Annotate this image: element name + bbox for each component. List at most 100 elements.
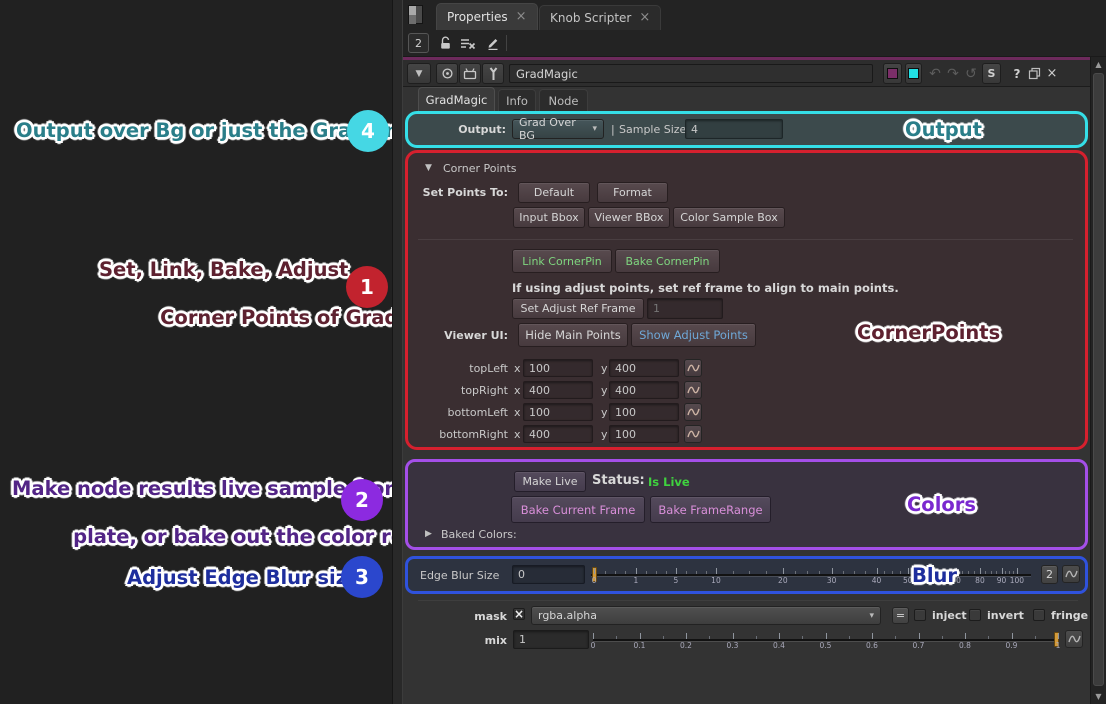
hide-main-points-button[interactable]: Hide Main Points — [518, 323, 628, 347]
scroll-down-icon[interactable]: ▼ — [1091, 689, 1106, 704]
help-button[interactable]: ? — [1009, 63, 1025, 84]
slider-minor-tick — [756, 636, 757, 639]
make-live-button[interactable]: Make Live — [514, 471, 586, 492]
close-panel-icon[interactable]: × — [1044, 63, 1060, 84]
annotation-blur-tag: Blur — [912, 564, 957, 588]
mask-label: mask — [403, 610, 507, 623]
slider-tick — [686, 633, 687, 639]
slider-tick-label: 0.8 — [959, 641, 971, 650]
point-y-field[interactable]: 400 — [609, 359, 679, 377]
script-button[interactable]: S — [982, 63, 1001, 84]
tab-node[interactable]: Node — [539, 89, 588, 111]
point-y-field[interactable]: 100 — [609, 403, 679, 421]
slider-tick — [640, 633, 641, 639]
tab-gradmagic[interactable]: GradMagic — [418, 87, 495, 111]
pane-tabbar: Properties × Knob Scripter × — [403, 0, 1106, 30]
animation-curve-icon[interactable] — [684, 403, 702, 421]
node-name-field[interactable]: GradMagic — [509, 64, 873, 83]
max-panels-field[interactable]: 2 — [408, 33, 429, 53]
fringe-checkbox[interactable] — [1033, 609, 1045, 621]
mask-channel-dropdown[interactable]: rgba.alpha ▾ — [531, 606, 881, 625]
slider-tick — [1012, 633, 1013, 639]
point-x-field[interactable]: 400 — [523, 381, 593, 399]
corner-points-section: ▼ Corner Points Set Points To: Default F… — [405, 150, 1088, 450]
animation-curve-icon[interactable] — [684, 425, 702, 443]
pane-menu-icon[interactable] — [408, 5, 423, 24]
x-label: x — [514, 406, 521, 419]
color-swatch — [908, 68, 919, 79]
panel-color-swatch[interactable] — [905, 63, 922, 84]
chevron-down-icon: ▾ — [861, 611, 874, 621]
set-adjust-ref-frame-button[interactable]: Set Adjust Ref Frame — [512, 298, 644, 319]
mask-equals-button[interactable]: = — [892, 607, 909, 624]
point-y-field[interactable]: 100 — [609, 425, 679, 443]
wrench-icon[interactable] — [482, 63, 504, 84]
edit-pencil-icon[interactable] — [483, 34, 503, 52]
color-sample-box-button[interactable]: Color Sample Box — [673, 207, 785, 228]
collapse-triangle-icon[interactable]: ▼ — [425, 163, 432, 173]
sample-size-field[interactable]: 4 — [685, 119, 783, 139]
group-label[interactable]: Corner Points — [443, 162, 517, 175]
mix-field[interactable]: 1 — [513, 630, 589, 649]
point-y-field[interactable]: 400 — [609, 381, 679, 399]
undo-icon[interactable]: ↶ — [926, 63, 944, 84]
node-color-swatch[interactable] — [883, 63, 902, 84]
point-x-field[interactable]: 400 — [523, 425, 593, 443]
output-section: Output: Grad Over BG ▾ | Sample Size 4 — [405, 111, 1088, 148]
scroll-up-icon[interactable]: ▲ — [1091, 57, 1106, 72]
slider-tick-label: 1 — [633, 576, 638, 585]
mask-channel-checkbox[interactable]: × — [513, 608, 525, 620]
point-x-field[interactable]: 100 — [523, 359, 593, 377]
input-bbox-button[interactable]: Input Bbox — [513, 207, 585, 228]
slider-tick — [779, 633, 780, 639]
bake-framerange-button[interactable]: Bake FrameRange — [650, 496, 771, 523]
point-label: bottomLeft — [408, 406, 508, 419]
colors-section: Make Live Status: Is Live Bake Current F… — [405, 459, 1088, 550]
redo-icon[interactable]: ↷ — [944, 63, 962, 84]
panel-scrollbar[interactable]: ▲ ▼ — [1090, 57, 1106, 704]
clear-panels-icon[interactable] — [458, 34, 478, 52]
edge-blur-size-field[interactable]: 0 — [512, 565, 585, 584]
bake-cornerpin-button[interactable]: Bake CornerPin — [615, 249, 720, 273]
revert-icon[interactable]: ↺ — [962, 63, 980, 84]
default-button[interactable]: Default — [518, 182, 590, 203]
slider-minor-tick — [656, 571, 657, 574]
pane-divider[interactable] — [392, 0, 403, 704]
annotation-output-tag: Output — [905, 118, 982, 142]
animation-curve-icon[interactable] — [684, 359, 702, 377]
annotation-circle-1: 1 — [346, 266, 388, 308]
tab-knob-scripter[interactable]: Knob Scripter × — [539, 5, 661, 30]
slider-tick-label: 90 — [997, 576, 1007, 585]
ref-frame-field[interactable]: 1 — [647, 298, 723, 319]
edge-blur-slider[interactable]: 015102030405060708090100 — [591, 564, 1031, 586]
close-icon[interactable]: × — [516, 12, 527, 22]
collapsed-triangle-icon[interactable]: ▶ — [425, 529, 432, 539]
slider-minor-tick — [802, 636, 803, 639]
center-node-button[interactable] — [436, 63, 458, 84]
point-x-field[interactable]: 100 — [523, 403, 593, 421]
tab-info[interactable]: Info — [498, 89, 536, 111]
viewer-bbox-button[interactable]: Viewer BBox — [588, 207, 670, 228]
slider-minor-tick — [985, 571, 986, 574]
blur-spin-button[interactable]: 2 — [1041, 565, 1058, 584]
tab-properties[interactable]: Properties × — [436, 3, 538, 30]
animation-curve-icon[interactable] — [684, 381, 702, 399]
close-icon[interactable]: × — [639, 13, 650, 23]
lock-icon[interactable] — [435, 34, 455, 52]
invert-checkbox[interactable] — [969, 609, 981, 621]
mix-slider[interactable]: 00.10.20.30.40.50.60.70.80.91 — [593, 629, 1058, 651]
format-button[interactable]: Format — [597, 182, 668, 203]
output-dropdown[interactable]: Grad Over BG ▾ — [512, 119, 604, 139]
inject-checkbox[interactable] — [914, 609, 926, 621]
status-label: Status: — [592, 473, 645, 488]
node-menu-button[interactable]: ▼ — [407, 63, 431, 84]
postage-stamp-icon[interactable] — [459, 63, 481, 84]
animation-curve-icon[interactable] — [1065, 630, 1083, 648]
bake-current-frame-button[interactable]: Bake Current Frame — [511, 496, 645, 523]
link-cornerpin-button[interactable]: Link CornerPin — [512, 249, 612, 273]
show-adjust-points-button[interactable]: Show Adjust Points — [631, 323, 756, 347]
scrollbar-thumb[interactable] — [1093, 73, 1104, 686]
animation-curve-icon[interactable] — [1062, 565, 1080, 583]
baked-colors-label[interactable]: Baked Colors: — [441, 528, 517, 541]
float-window-icon[interactable] — [1026, 63, 1042, 84]
